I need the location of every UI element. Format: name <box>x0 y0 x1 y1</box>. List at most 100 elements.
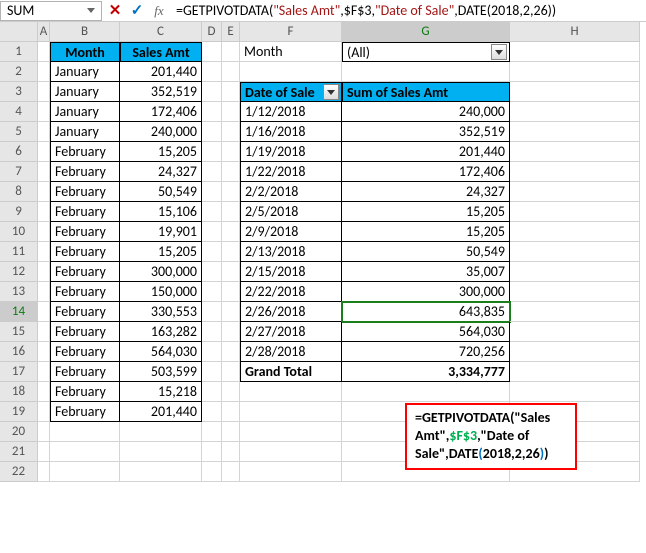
cell[interactable] <box>510 382 640 402</box>
cell-month[interactable]: February <box>50 282 120 302</box>
cell[interactable] <box>240 402 342 422</box>
cell-month[interactable]: February <box>50 222 120 242</box>
pivot-sum[interactable]: 172,406 <box>342 162 510 182</box>
cell[interactable] <box>222 82 240 102</box>
cell-salesamt[interactable]: 150,000 <box>120 282 202 302</box>
cell[interactable] <box>240 422 342 442</box>
cell[interactable] <box>202 182 222 202</box>
cell[interactable] <box>510 342 640 362</box>
cell[interactable] <box>202 62 222 82</box>
cell-salesamt[interactable]: 330,553 <box>120 302 202 322</box>
cell-month[interactable]: January <box>50 122 120 142</box>
cell-salesamt[interactable]: 352,519 <box>120 82 202 102</box>
pivot-dropdown-icon[interactable] <box>323 84 339 100</box>
accept-button[interactable]: ✓ <box>126 1 148 21</box>
cell[interactable] <box>38 262 50 282</box>
cell[interactable] <box>38 422 50 442</box>
header-salesamt[interactable]: Sales Amt <box>120 42 202 62</box>
row-num[interactable]: 22 <box>0 462 38 482</box>
row-num[interactable]: 13 <box>0 282 38 302</box>
cell[interactable] <box>222 342 240 362</box>
cell[interactable] <box>510 102 640 122</box>
row-num[interactable]: 19 <box>0 402 38 422</box>
cell[interactable] <box>202 442 222 462</box>
cell[interactable] <box>50 462 120 482</box>
cell[interactable] <box>222 42 240 62</box>
cell-salesamt[interactable]: 24,327 <box>120 162 202 182</box>
col-A[interactable]: A <box>38 22 50 42</box>
cancel-button[interactable]: ✕ <box>104 1 126 21</box>
cell-salesamt[interactable]: 163,282 <box>120 322 202 342</box>
chevron-down-icon[interactable] <box>87 8 95 13</box>
cell[interactable] <box>342 62 510 82</box>
row-num[interactable]: 14 <box>0 302 38 322</box>
cell-salesamt[interactable]: 15,106 <box>120 202 202 222</box>
cell[interactable] <box>38 62 50 82</box>
cell-month[interactable]: January <box>50 102 120 122</box>
cell-month[interactable]: January <box>50 82 120 102</box>
fx-button[interactable]: fx <box>148 1 170 21</box>
cell[interactable] <box>222 282 240 302</box>
formula-input[interactable]: =GETPIVOTDATA("Sales Amt",$F$3,"Date of … <box>170 1 646 21</box>
row-num[interactable]: 18 <box>0 382 38 402</box>
pivot-sum[interactable]: 15,205 <box>342 202 510 222</box>
cell[interactable] <box>120 422 202 442</box>
row-num[interactable]: 2 <box>0 62 38 82</box>
row-num[interactable]: 7 <box>0 162 38 182</box>
cell[interactable] <box>120 462 202 482</box>
cell[interactable] <box>222 62 240 82</box>
cell[interactable] <box>202 202 222 222</box>
cell-month[interactable]: February <box>50 362 120 382</box>
cell[interactable] <box>38 302 50 322</box>
pivot-date[interactable]: 2/22/2018 <box>240 282 342 302</box>
cell-month[interactable]: February <box>50 182 120 202</box>
cell[interactable] <box>38 142 50 162</box>
cell[interactable] <box>38 102 50 122</box>
col-G[interactable]: G <box>342 22 510 42</box>
pivot-header-date[interactable]: Date of Sale <box>240 82 342 102</box>
cell[interactable] <box>342 382 510 402</box>
cell[interactable] <box>222 462 240 482</box>
pivot-sum[interactable]: 201,440 <box>342 142 510 162</box>
cell[interactable] <box>120 442 202 462</box>
pivot-date[interactable]: 2/28/2018 <box>240 342 342 362</box>
cell-salesamt[interactable]: 503,599 <box>120 362 202 382</box>
cell[interactable] <box>510 142 640 162</box>
cell-salesamt[interactable]: 15,205 <box>120 142 202 162</box>
row-num[interactable]: 17 <box>0 362 38 382</box>
pivot-sum[interactable]: 720,256 <box>342 342 510 362</box>
cell[interactable] <box>222 402 240 422</box>
row-num[interactable]: 1 <box>0 42 38 62</box>
cell[interactable] <box>38 402 50 422</box>
cell[interactable] <box>50 442 120 462</box>
row-num[interactable]: 5 <box>0 122 38 142</box>
cell[interactable] <box>202 42 222 62</box>
cell[interactable] <box>222 182 240 202</box>
cell[interactable] <box>510 282 640 302</box>
cell-salesamt[interactable]: 564,030 <box>120 342 202 362</box>
row-num[interactable]: 12 <box>0 262 38 282</box>
cell-salesamt[interactable]: 172,406 <box>120 102 202 122</box>
row-num[interactable]: 4 <box>0 102 38 122</box>
pivot-date[interactable]: 2/27/2018 <box>240 322 342 342</box>
cell-month[interactable]: February <box>50 202 120 222</box>
cell[interactable] <box>202 462 222 482</box>
cell[interactable] <box>38 322 50 342</box>
pivot-date[interactable]: 2/9/2018 <box>240 222 342 242</box>
cell[interactable] <box>38 382 50 402</box>
cell[interactable] <box>240 62 342 82</box>
pivot-date[interactable]: 1/22/2018 <box>240 162 342 182</box>
cell[interactable] <box>510 322 640 342</box>
cell[interactable] <box>38 442 50 462</box>
cell-month[interactable]: February <box>50 382 120 402</box>
header-month[interactable]: Month <box>50 42 120 62</box>
cell[interactable] <box>222 422 240 442</box>
cell[interactable] <box>202 102 222 122</box>
cell[interactable] <box>202 302 222 322</box>
cell-salesamt[interactable]: 50,549 <box>120 182 202 202</box>
cell[interactable] <box>222 442 240 462</box>
cell-month[interactable]: February <box>50 302 120 322</box>
name-box[interactable]: SUM <box>0 1 102 21</box>
cell[interactable] <box>38 122 50 142</box>
cell[interactable] <box>222 162 240 182</box>
